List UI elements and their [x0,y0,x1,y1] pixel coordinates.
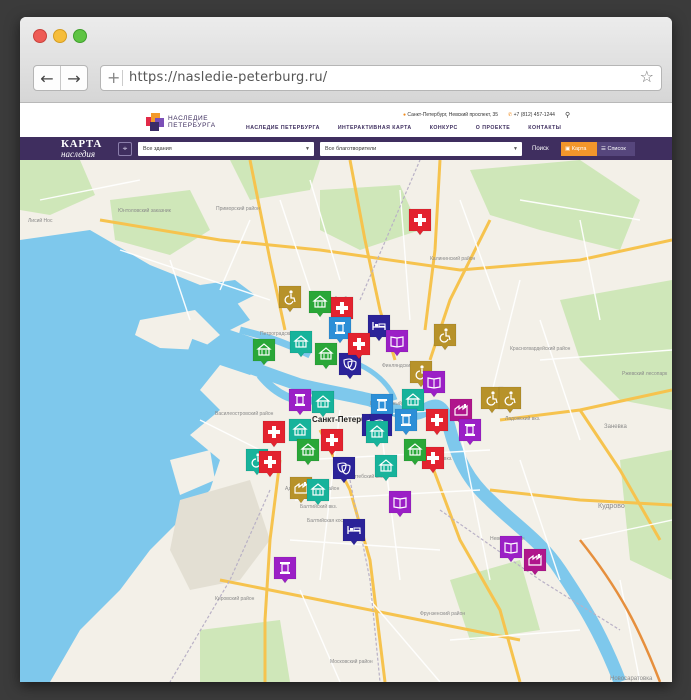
history-nav: ← → [33,65,88,91]
map-marker-building[interactable] [403,438,427,466]
map-marker-book[interactable] [385,329,409,357]
map-label: Приморский район [216,205,260,212]
logo-line1: НАСЛЕДИЕ [168,115,209,122]
address-divider [122,70,123,86]
map-filter-bar: КАРТА наследия ⌖ Все здания ▼ Все благот… [20,137,672,160]
map-marker-building[interactable] [289,330,313,358]
map-marker-book[interactable] [388,490,412,518]
map-label: Московский район [330,658,373,665]
map-marker-building[interactable] [308,290,332,318]
map-marker-book[interactable] [422,370,446,398]
map-brand: КАРТА наследия [61,139,102,159]
chevron-down-icon: ▼ [513,146,518,152]
close-window-button[interactable] [33,29,47,43]
map-marker-building[interactable] [311,390,335,418]
map-marker-accessibility[interactable] [433,323,457,351]
map-canvas[interactable]: Юнтоловский заказник Приморский район Вы… [20,160,672,682]
logo-mark-icon [146,113,164,131]
map-marker-medical[interactable] [425,408,449,436]
map-marker-column[interactable] [288,388,312,416]
map-label: Красногвардейский район [510,345,571,352]
map-label: Юнтоловский заказник [118,207,172,214]
map-marker-medical[interactable] [262,420,286,448]
map-label: Балтийская коса [307,517,346,524]
chevron-down-icon: ▼ [305,146,310,152]
bookmark-star-icon[interactable]: ☆ [640,67,654,86]
forward-arrow-icon[interactable]: → [61,66,87,90]
map-marker-factory[interactable] [523,548,547,576]
map-marker-column[interactable] [458,418,482,446]
map-label: Заневка [604,424,628,430]
locate-icon[interactable]: ⌖ [118,142,132,156]
list-view-label: Список [607,146,626,152]
map-marker-column[interactable] [394,408,418,436]
pin-icon: ● [403,112,407,118]
map-marker-medical[interactable] [347,332,371,360]
map-label: Ладожский вкз. [505,415,540,422]
map-marker-building[interactable] [365,420,389,448]
address-block: ● Санкт-Петербург, Невский проспект, 35 [403,112,498,118]
phone-block[interactable]: ✆ +7 (812) 457-1244 [508,112,555,118]
brand-line2: наследия [61,149,96,159]
map-marker-building[interactable] [252,338,276,366]
map-marker-building[interactable] [296,438,320,466]
url-text[interactable]: https://nasledie-peterburg.ru/ [129,70,327,85]
map-marker-building[interactable] [314,342,338,370]
map-marker-bed[interactable] [342,518,366,546]
interactive-map[interactable]: Юнтоловский заказник Приморский район Вы… [20,160,672,682]
buildings-select-value: Все здания [143,146,172,152]
map-view-button[interactable]: ▣ Карта [561,142,597,156]
map-label: Ржевский лесопарк [622,370,668,377]
nav-map[interactable]: ИНТЕРАКТИВНАЯ КАРТА [338,125,412,131]
main-nav: НАСЛЕДИЕ ПЕТЕРБУРГА ИНТЕРАКТИВНАЯ КАРТА … [246,125,561,131]
map-marker-medical[interactable] [258,450,282,478]
map-marker-medical[interactable] [408,208,432,236]
browser-window: ← → + https://nasledie-peterburg.ru/ ☆ Н… [20,17,672,682]
map-marker-building[interactable] [374,454,398,482]
nav-contest[interactable]: КОНКУРС [430,125,458,131]
map-label: Василеостровский район [215,410,274,417]
map-marker-building[interactable] [306,478,330,506]
minimize-window-button[interactable] [53,29,67,43]
map-marker-theatre[interactable] [332,456,356,484]
nav-contacts[interactable]: КОНТАКТЫ [528,125,561,131]
map-label: Калининский район [430,255,476,262]
logo-text: НАСЛЕДИЕ ПЕТЕРБУРГА [168,115,216,129]
logo-line2: ПЕТЕРБУРГА [168,122,216,129]
map-view-label: Карта [571,146,587,152]
map-marker-book[interactable] [499,535,523,563]
search-icon[interactable]: ⚲ [565,111,570,119]
site-logo[interactable]: НАСЛЕДИЕ ПЕТЕРБУРГА [146,113,216,131]
map-label: Кировский район [215,595,255,602]
map-label: Новосаратовка [610,676,653,682]
map-label: Фрунзенский район [420,610,465,617]
map-label: Лисий Нос [28,217,53,224]
maximize-window-button[interactable] [73,29,87,43]
site-header: НАСЛЕДИЕ ПЕТЕРБУРГА ● Санкт-Петербург, Н… [20,103,672,137]
header-contacts: ● Санкт-Петербург, Невский проспект, 35 … [403,111,570,119]
map-marker-medical[interactable] [320,428,344,456]
new-tab-icon[interactable]: + [107,68,120,87]
donors-select[interactable]: Все благотворители ▼ [320,142,522,156]
map-marker-accessibility[interactable] [278,285,302,313]
map-label: Кудрово [598,503,625,510]
back-arrow-icon[interactable]: ← [34,66,61,90]
phone-text[interactable]: +7 (812) 457-1244 [514,112,555,118]
address-bar[interactable]: + https://nasledie-peterburg.ru/ ☆ [100,65,662,91]
donors-select-value: Все благотворители [325,146,377,152]
buildings-select[interactable]: Все здания ▼ [138,142,314,156]
list-view-button[interactable]: ☰ Список [597,142,635,156]
search-button[interactable]: Поиск [532,142,549,156]
nav-about[interactable]: О ПРОЕКТЕ [476,125,511,131]
phone-icon: ✆ [508,112,513,118]
browser-titlebar: ← → + https://nasledie-peterburg.ru/ ☆ [20,17,672,103]
map-marker-accessibility[interactable] [498,386,522,414]
nav-heritage[interactable]: НАСЛЕДИЕ ПЕТЕРБУРГА [246,125,320,131]
map-marker-column[interactable] [273,556,297,584]
address-text: Санкт-Петербург, Невский проспект, 35 [407,112,499,118]
